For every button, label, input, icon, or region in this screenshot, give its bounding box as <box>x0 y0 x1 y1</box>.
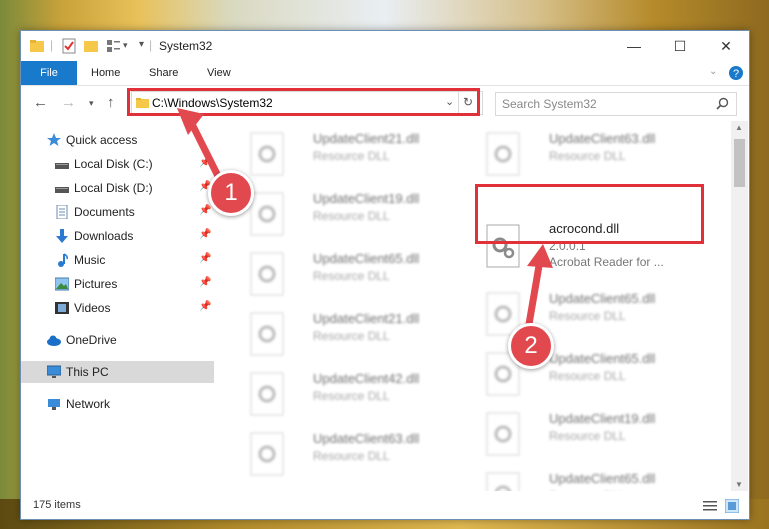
annotation-arrows <box>177 108 553 334</box>
step-badge-1: 1 <box>208 170 254 216</box>
step-badge-2: 2 <box>508 323 554 369</box>
arrow-2 <box>524 244 553 334</box>
arrow-1 <box>177 108 224 184</box>
